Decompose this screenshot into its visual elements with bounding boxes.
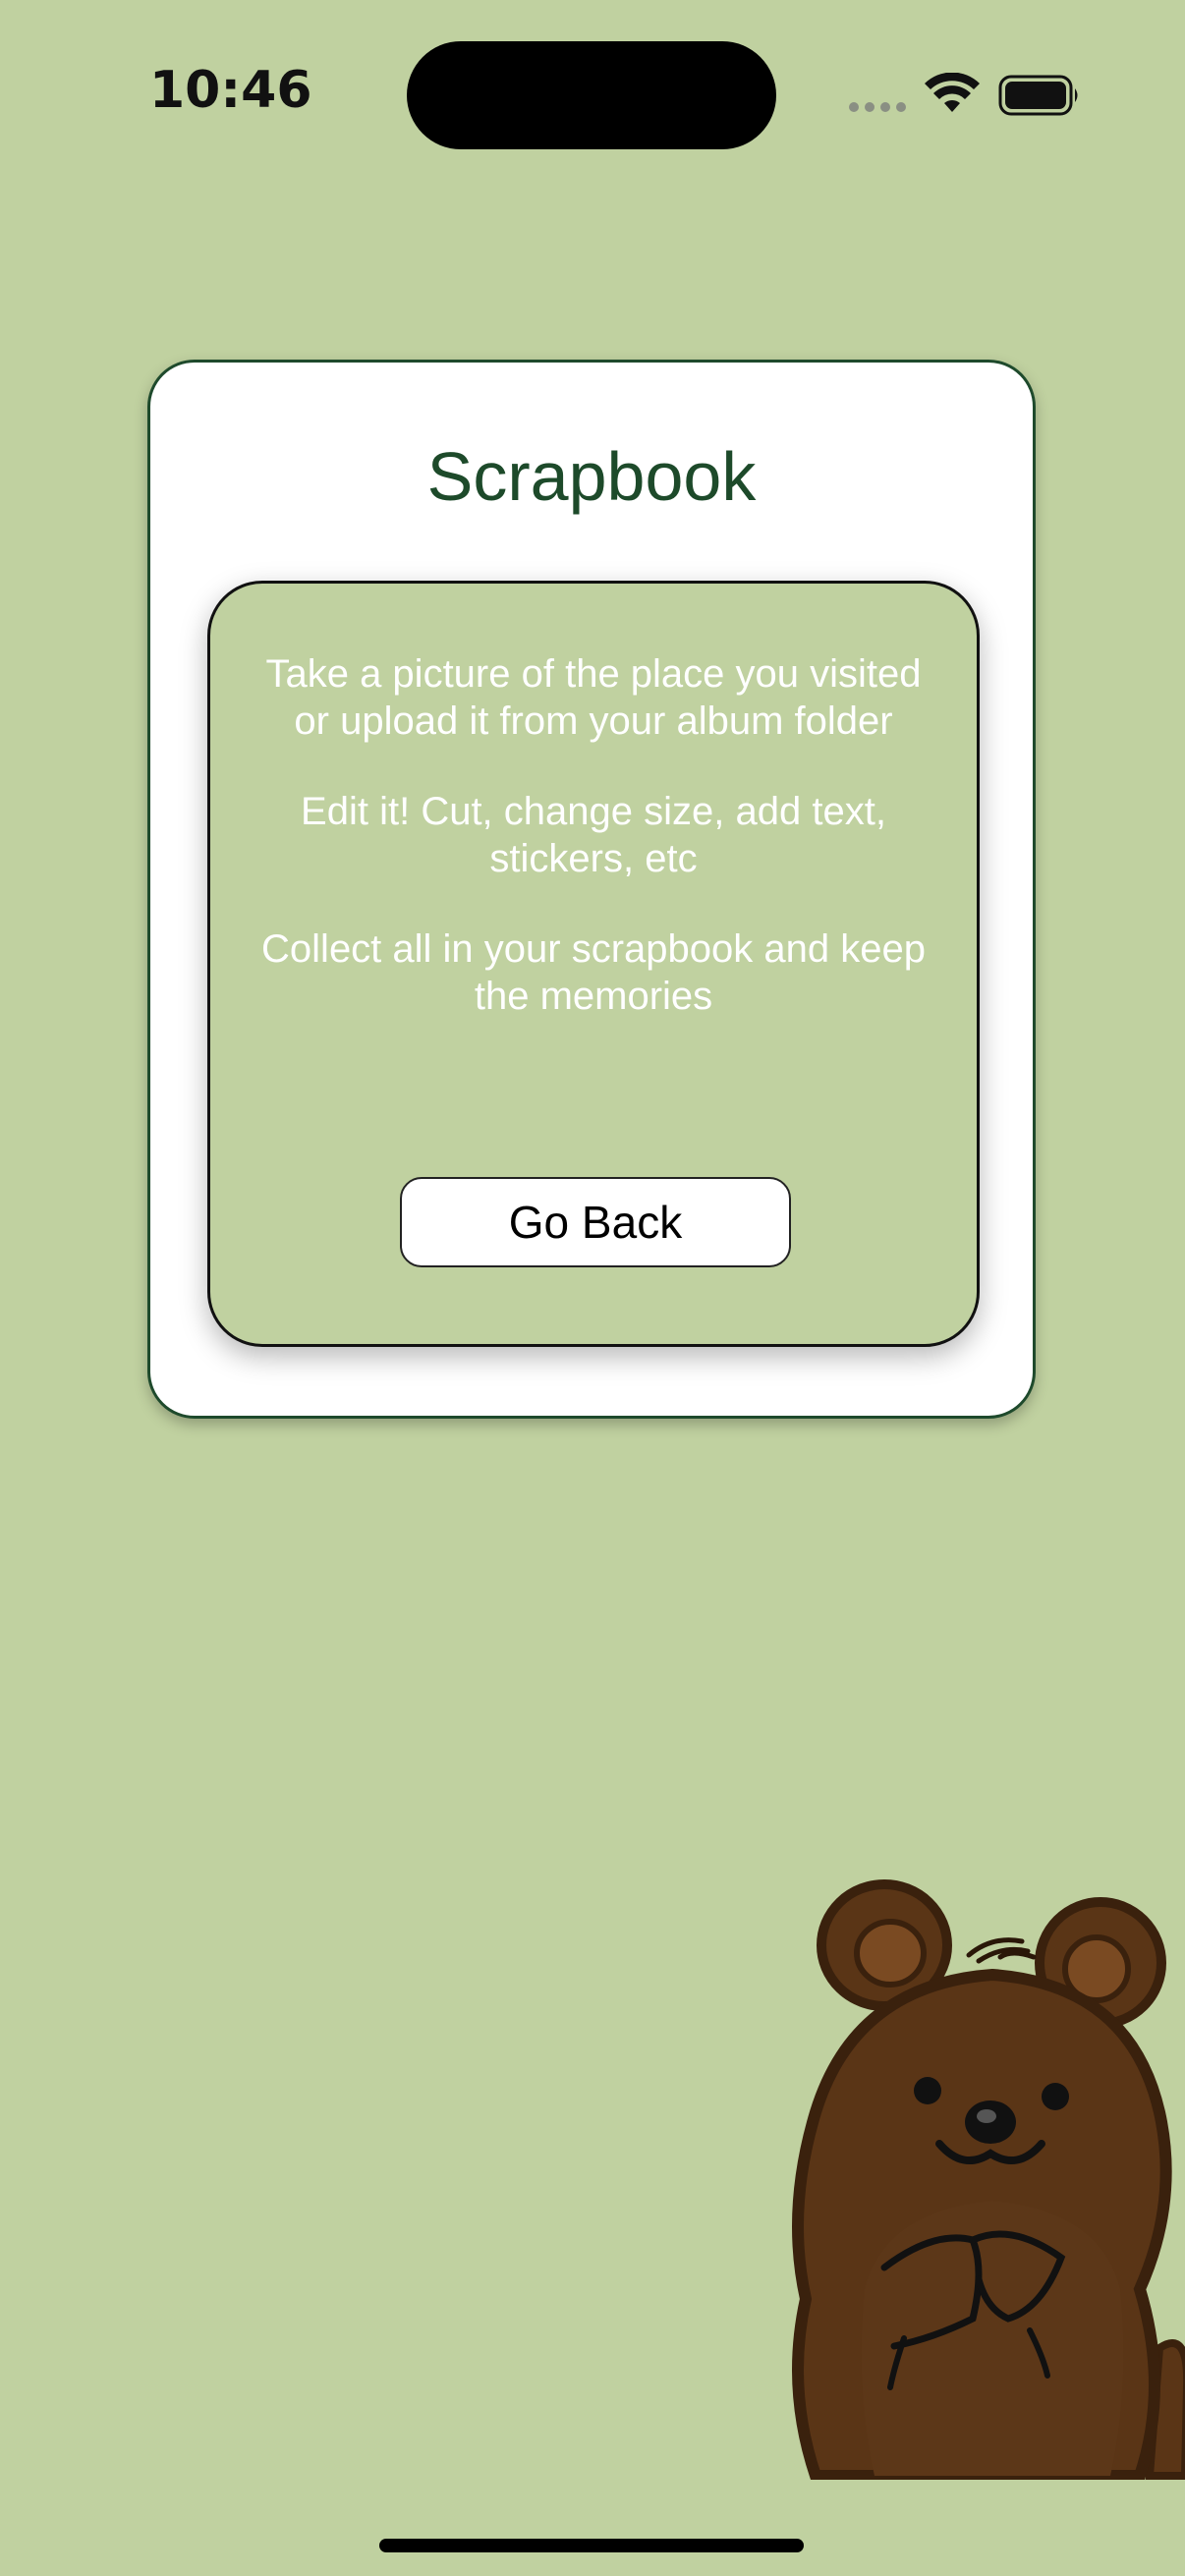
home-indicator[interactable] [379,2539,804,2552]
cellular-signal-icon [849,102,906,112]
instruction-take-picture: Take a picture of the place you visited … [265,652,922,743]
go-back-button[interactable]: Go Back [400,1177,791,1267]
status-time: 10:46 [149,61,312,120]
instructions-panel: Take a picture of the place you visited … [207,581,980,1347]
quokka-illustration [792,1879,1185,2480]
page-title: Scrapbook [426,438,757,515]
instructions-list: Take a picture of the place you visited … [250,650,937,1063]
battery-icon [998,75,1078,116]
wifi-icon [925,73,980,112]
instruction-collect: Collect all in your scrapbook and keep t… [261,927,926,1018]
dynamic-island [407,41,776,149]
instruction-edit: Edit it! Cut, change size, add text, sti… [301,790,886,880]
scrapbook-card: Scrapbook Take a picture of the place yo… [147,360,1036,1419]
